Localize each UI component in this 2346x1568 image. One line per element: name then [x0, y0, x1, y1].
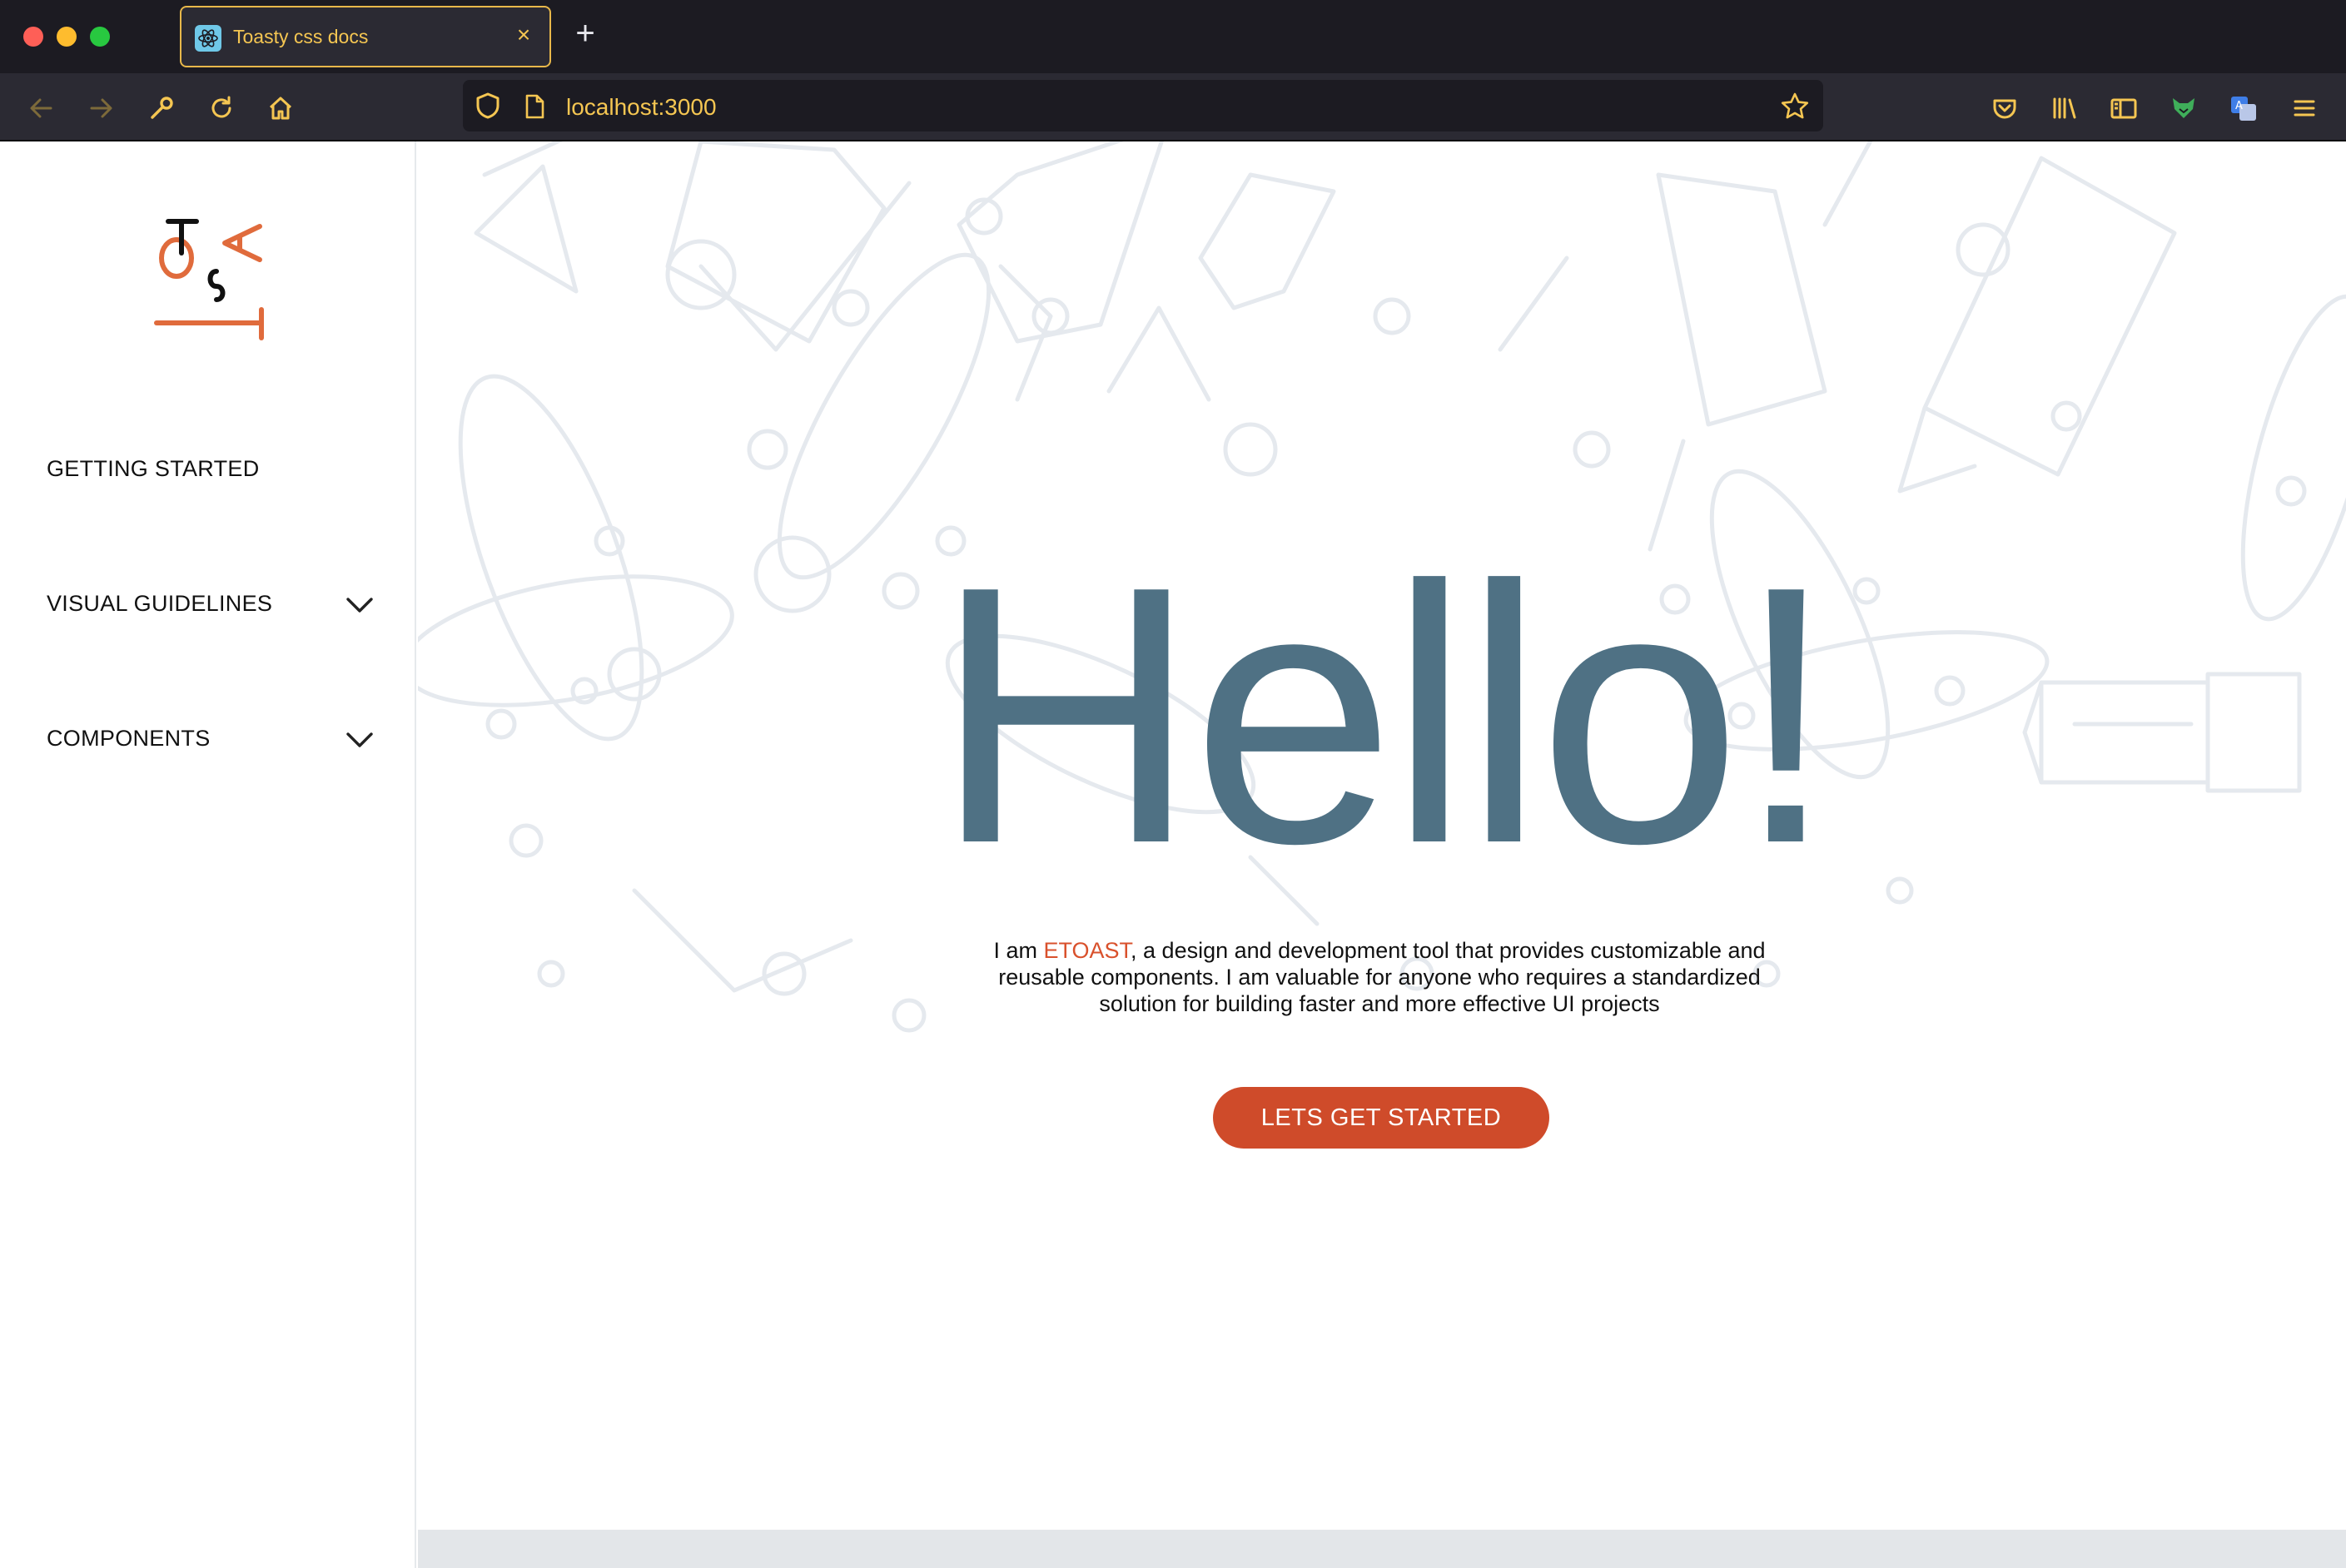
page-content: GETTING STARTED VISUAL GUIDELINES COMPON… [0, 141, 2346, 1568]
sidebar-item-label: COMPONENTS [47, 726, 211, 751]
close-window-button[interactable] [23, 27, 43, 47]
pocket-icon[interactable] [1988, 92, 2021, 125]
main-content: Hello! I am ETOAST, a design and develop… [418, 141, 2346, 1530]
sidebar-toggle-icon[interactable] [2107, 92, 2140, 125]
hero-intro: I am ETOAST, a design and development to… [959, 937, 1800, 1017]
sidebar-item-visual-guidelines[interactable]: VISUAL GUIDELINES [47, 579, 380, 629]
sidebar-item-label: GETTING STARTED [47, 456, 260, 481]
tab-title: Toasty css docs [233, 26, 369, 47]
sidebar-item-components[interactable]: COMPONENTS [47, 714, 380, 764]
shield-icon[interactable] [475, 92, 501, 124]
browser-tab[interactable]: Toasty css docs × [180, 6, 551, 67]
tab-close-icon[interactable]: × [511, 22, 536, 47]
lets-get-started-button[interactable]: LETS GET STARTED [1213, 1087, 1549, 1149]
menu-icon[interactable] [2288, 92, 2321, 125]
forward-arrow-icon[interactable] [84, 92, 117, 125]
sidebar: GETTING STARTED VISUAL GUIDELINES COMPON… [0, 141, 416, 1568]
svg-text:A: A [2235, 100, 2243, 112]
page-icon [523, 93, 546, 124]
home-icon[interactable] [264, 92, 297, 125]
bookmark-star-icon[interactable] [1780, 92, 1810, 124]
back-arrow-icon[interactable] [25, 92, 58, 125]
minimize-window-button[interactable] [57, 27, 77, 47]
sidebar-item-label: VISUAL GUIDELINES [47, 591, 273, 616]
translate-icon[interactable]: A [2227, 92, 2260, 125]
intro-prefix: I am [993, 938, 1044, 963]
address-bar[interactable]: localhost:3000 [463, 80, 1823, 131]
library-icon[interactable] [2048, 92, 2081, 125]
reload-icon[interactable] [205, 92, 238, 125]
hero-heading: Hello! [933, 511, 1837, 920]
react-icon [195, 25, 221, 52]
new-tab-button[interactable]: + [570, 17, 600, 50]
wrench-icon[interactable] [145, 92, 178, 125]
brand-name: ETOAST [1043, 938, 1131, 963]
browser-titlebar: Toasty css docs × + [0, 0, 2346, 73]
extension-fox-icon[interactable] [2167, 92, 2200, 125]
footer-bar [418, 1530, 2346, 1568]
toast-logo[interactable] [150, 200, 275, 350]
sidebar-item-getting-started[interactable]: GETTING STARTED [47, 444, 380, 494]
url-text[interactable]: localhost:3000 [566, 94, 717, 121]
chevron-down-icon[interactable] [345, 593, 375, 616]
zoom-window-button[interactable] [90, 27, 110, 47]
browser-toolbar: localhost:3000 A [0, 73, 2346, 141]
chevron-down-icon[interactable] [345, 727, 375, 751]
